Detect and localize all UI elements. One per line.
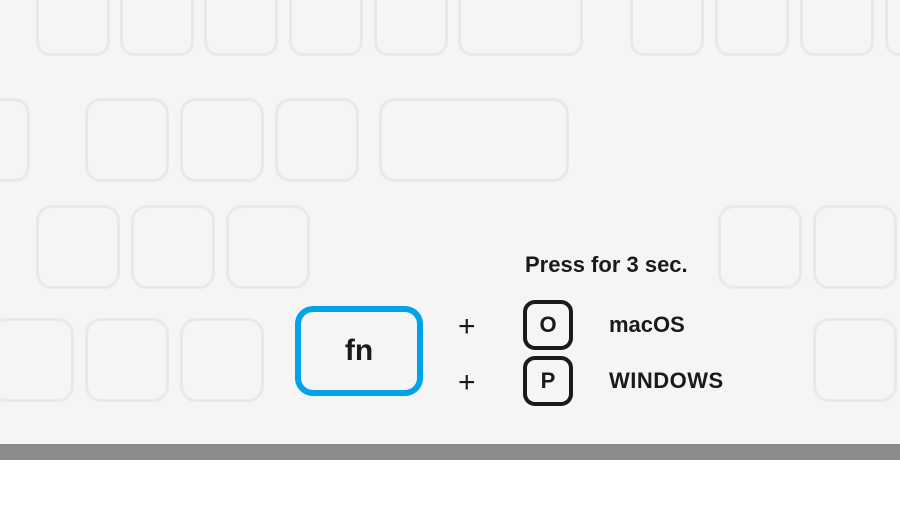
ghost-key — [85, 98, 169, 182]
ghost-key — [813, 318, 897, 402]
ghost-key — [131, 205, 215, 289]
ghost-key — [180, 98, 264, 182]
ghost-key — [85, 318, 169, 402]
ghost-key — [379, 98, 569, 182]
ghost-key — [458, 0, 583, 56]
ghost-key — [885, 0, 900, 56]
ghost-key — [180, 318, 264, 402]
ghost-key — [0, 98, 30, 182]
keyboard-edge-bar — [0, 444, 900, 460]
o-key-label: O — [539, 312, 556, 338]
surface-below-keyboard — [0, 460, 900, 530]
ghost-key — [715, 0, 789, 56]
ghost-key — [226, 205, 310, 289]
ghost-key — [289, 0, 363, 56]
ghost-key — [36, 205, 120, 289]
ghost-key — [630, 0, 704, 56]
plus-icon: + — [458, 310, 476, 344]
ghost-key — [204, 0, 278, 56]
ghost-key — [36, 0, 110, 56]
o-key: O — [523, 300, 573, 350]
ghost-key — [718, 205, 802, 289]
ghost-key — [800, 0, 874, 56]
ghost-key — [120, 0, 194, 56]
macos-label: macOS — [609, 312, 685, 338]
plus-icon: + — [458, 366, 476, 400]
p-key-label: P — [541, 368, 556, 394]
ghost-key — [0, 318, 74, 402]
ghost-key — [813, 205, 897, 289]
fn-key: fn — [295, 306, 423, 396]
ghost-key — [374, 0, 448, 56]
p-key: P — [523, 356, 573, 406]
fn-key-label: fn — [345, 334, 373, 368]
windows-label: WINDOWS — [609, 368, 724, 394]
press-duration-label: Press for 3 sec. — [525, 252, 688, 278]
ghost-key — [275, 98, 359, 182]
